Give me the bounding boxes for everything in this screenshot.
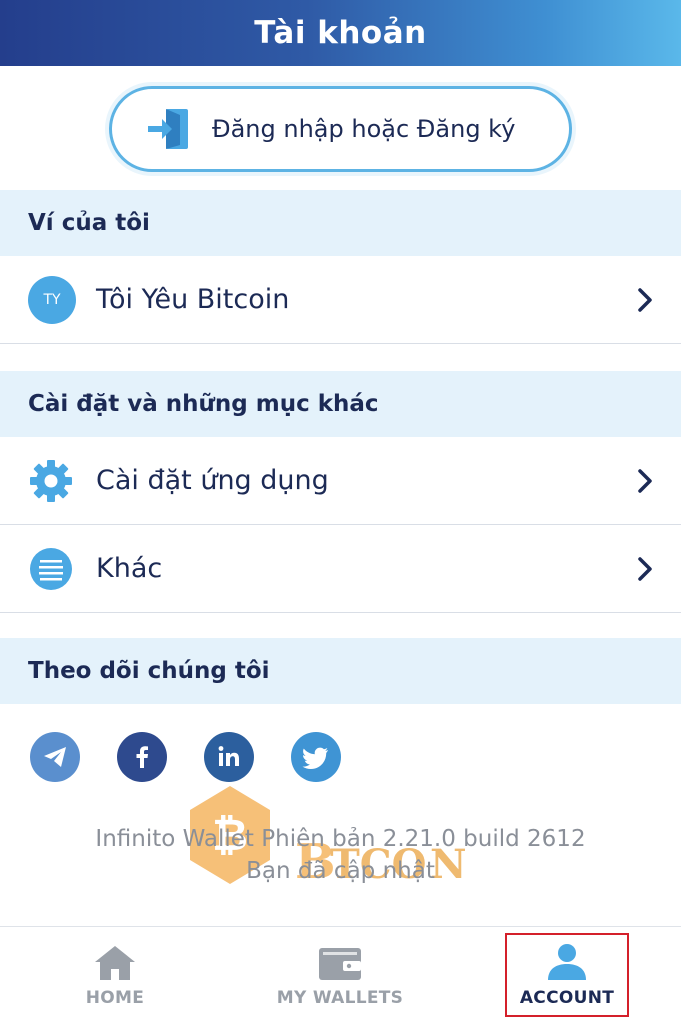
bottom-navigation: HOME MY WALLETS ACCOUNT (0, 926, 681, 1024)
chevron-right-icon (638, 468, 652, 493)
facebook-icon (136, 746, 148, 768)
app-settings-label: Cài đặt ứng dụng (96, 465, 329, 496)
nav-my-wallets-label: MY WALLETS (276, 988, 404, 1008)
section-title: Cài đặt và những mục khác (28, 391, 379, 417)
social-links (30, 732, 341, 782)
section-title: Theo dõi chúng tôi (28, 658, 270, 684)
app-header: Tài khoản (0, 0, 681, 66)
wallet-name: Tôi Yêu Bitcoin (96, 284, 290, 315)
login-register-label: Đăng nhập hoặc Đăng ký (212, 115, 516, 143)
home-icon (95, 946, 135, 980)
section-follow-us: Theo dõi chúng tôi (0, 638, 681, 704)
other-row[interactable]: Khác (0, 525, 681, 613)
nav-account[interactable]: ACCOUNT (505, 933, 629, 1017)
twitter-icon (302, 747, 328, 769)
page-title: Tài khoản (254, 15, 427, 51)
wallet-avatar: TY (28, 275, 76, 324)
wallet-row[interactable]: TY Tôi Yêu Bitcoin (0, 256, 681, 344)
nav-my-wallets[interactable]: MY WALLETS (265, 927, 415, 1024)
user-icon (548, 944, 586, 980)
gear-icon (30, 459, 72, 502)
chevron-right-icon (638, 287, 652, 312)
nav-account-label: ACCOUNT (519, 988, 615, 1008)
section-title: Ví của tôi (28, 210, 150, 236)
chevron-right-icon (638, 556, 652, 581)
nav-home[interactable]: HOME (60, 927, 170, 1024)
telegram-icon (44, 747, 66, 767)
telegram-button[interactable] (30, 732, 80, 782)
section-settings: Cài đặt và những mục khác (0, 371, 681, 437)
wallet-icon (319, 948, 361, 980)
twitter-button[interactable] (291, 732, 341, 782)
menu-lines-icon (30, 547, 72, 590)
linkedin-button[interactable] (204, 732, 254, 782)
linkedin-icon (218, 746, 239, 766)
login-register-button[interactable]: Đăng nhập hoặc Đăng ký (109, 86, 572, 172)
nav-home-label: HOME (85, 988, 145, 1008)
other-label: Khác (96, 553, 163, 584)
app-settings-row[interactable]: Cài đặt ứng dụng (0, 437, 681, 525)
facebook-button[interactable] (117, 732, 167, 782)
version-info: Infinito Wallet Phiên bản 2.21.0 build 2… (95, 826, 586, 852)
update-status: Bạn đã cập nhật (246, 858, 435, 884)
login-door-icon (148, 109, 188, 149)
section-my-wallets: Ví của tôi (0, 190, 681, 256)
